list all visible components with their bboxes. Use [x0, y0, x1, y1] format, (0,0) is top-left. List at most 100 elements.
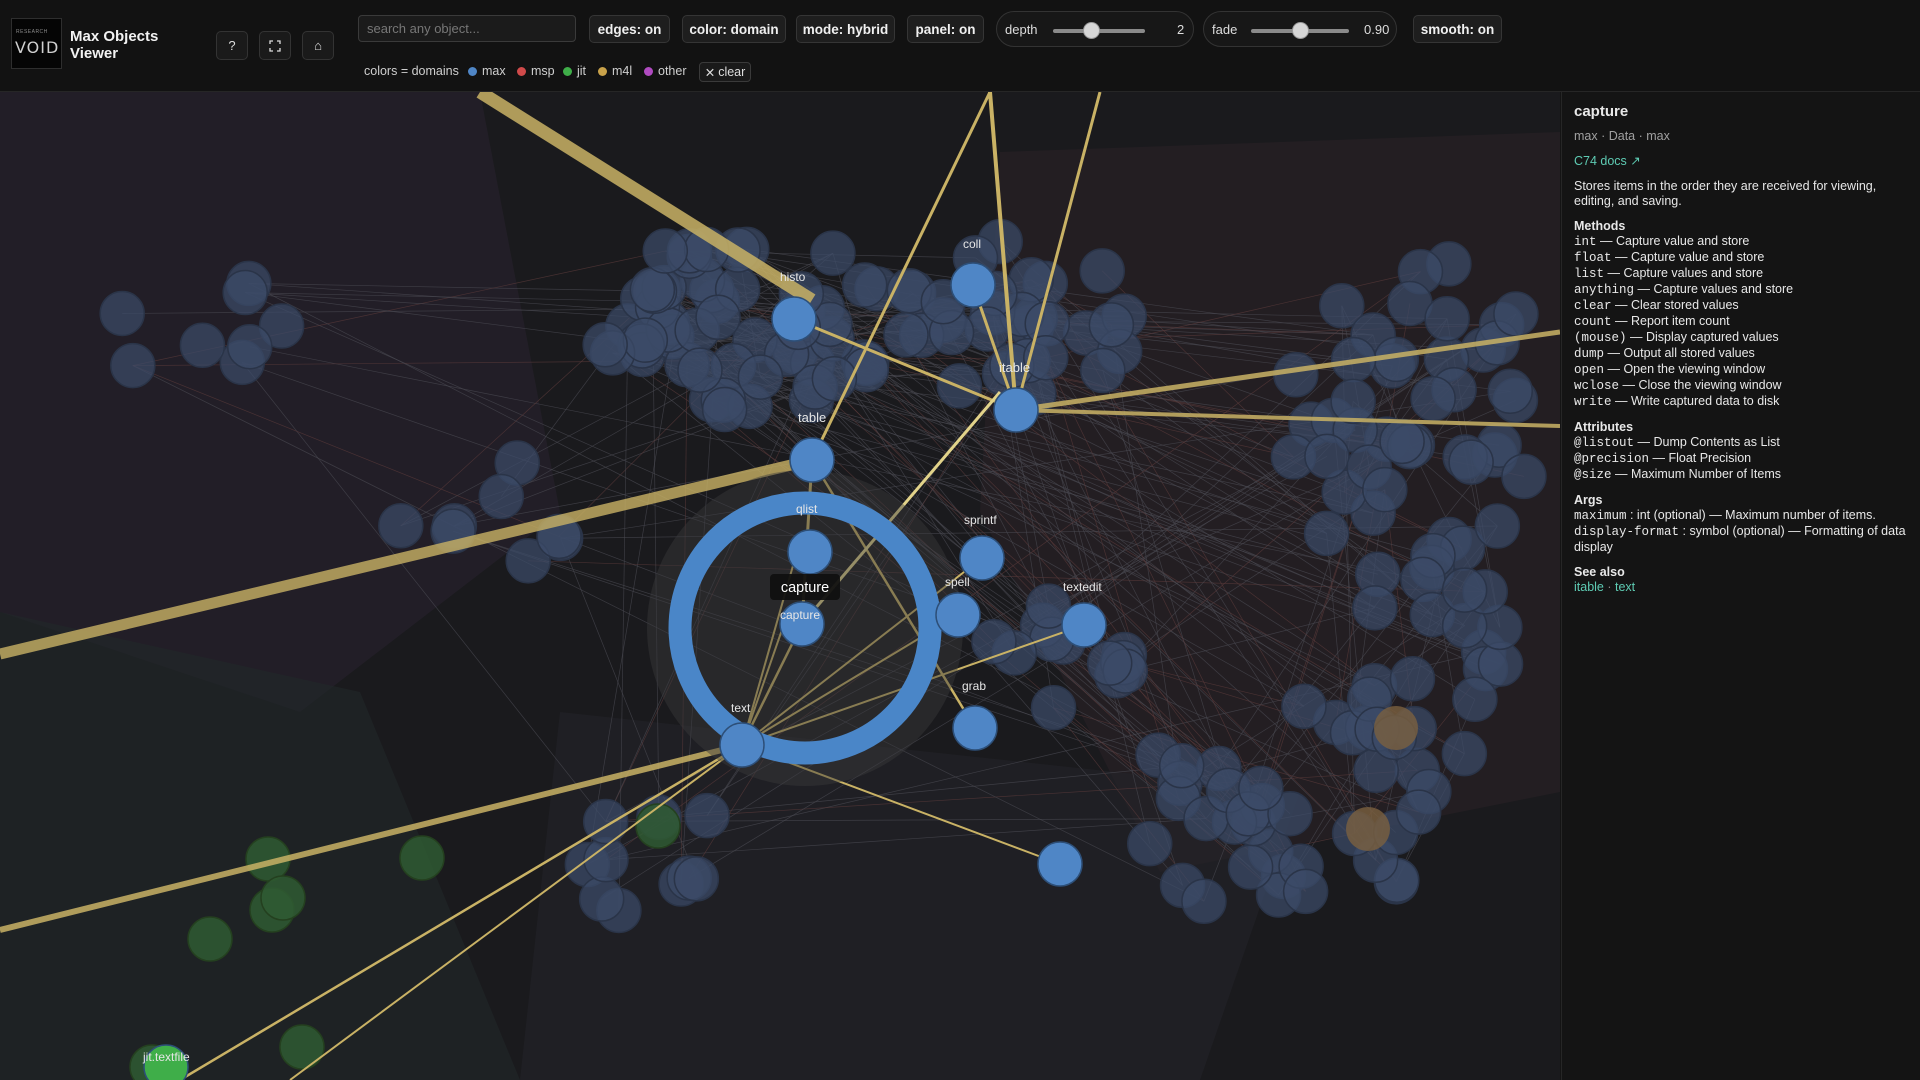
graph-node-jit[interactable] — [279, 1024, 325, 1070]
graph-node[interactable] — [1501, 453, 1547, 500]
graph-node[interactable] — [1352, 585, 1398, 631]
help-button[interactable]: ? — [216, 31, 248, 60]
graph-node-labeled[interactable] — [952, 705, 998, 751]
edges-toggle[interactable]: edges: on — [589, 15, 670, 43]
item-name: write — [1574, 395, 1612, 409]
smooth-toggle[interactable]: smooth: on — [1413, 15, 1502, 43]
graph-node[interactable] — [1304, 433, 1350, 480]
graph-node[interactable] — [695, 294, 741, 341]
graph-node-labeled[interactable] — [787, 529, 833, 575]
graph-node[interactable] — [1303, 510, 1350, 557]
graph-node[interactable] — [1395, 789, 1442, 835]
see-also-link-text[interactable]: text — [1615, 580, 1635, 594]
graph-node[interactable] — [1441, 567, 1488, 613]
graph-node-labeled[interactable] — [719, 722, 765, 768]
legend-item-m4l[interactable]: m4l — [598, 64, 632, 78]
app-title: Max Objects Viewer — [70, 28, 159, 62]
search-input[interactable] — [358, 15, 576, 42]
graph-node[interactable] — [1281, 683, 1327, 730]
graph-node[interactable] — [629, 267, 676, 313]
graph-node[interactable] — [582, 322, 628, 368]
see-also-link-itable[interactable]: itable — [1574, 580, 1604, 594]
graph-node[interactable] — [222, 269, 268, 316]
graph-node[interactable] — [1030, 684, 1077, 731]
graph-node[interactable] — [1474, 503, 1521, 549]
graph-node[interactable] — [1441, 730, 1488, 777]
home-button[interactable]: ⌂ — [302, 31, 334, 60]
graph-node[interactable] — [378, 502, 424, 549]
graph-node[interactable] — [1181, 878, 1227, 924]
graph-canvas[interactable]: histo coll itable table qlist sprintf sp… — [0, 92, 1560, 1080]
graph-node[interactable] — [1410, 375, 1456, 422]
graph-node[interactable] — [810, 230, 856, 276]
graph-node-jit[interactable] — [635, 803, 681, 849]
graph-node[interactable] — [1080, 347, 1126, 394]
graph-node-m4l[interactable] — [1346, 807, 1390, 851]
fullscreen-button[interactable] — [259, 31, 291, 60]
graph-node-jit[interactable] — [260, 875, 306, 921]
graph-node[interactable] — [1158, 743, 1205, 789]
graph-node[interactable] — [1273, 351, 1319, 398]
graph-svg[interactable]: histo coll itable table qlist sprintf sp… — [0, 92, 1560, 1080]
graph-node[interactable] — [1088, 302, 1135, 348]
graph-node-labeled[interactable] — [1061, 602, 1107, 648]
legend-item-jit[interactable]: jit — [563, 64, 586, 78]
graph-node[interactable] — [1493, 291, 1539, 337]
graph-node[interactable] — [226, 323, 273, 370]
graph-node[interactable] — [883, 312, 929, 358]
graph-node[interactable] — [179, 322, 226, 369]
graph-node[interactable] — [684, 792, 730, 839]
graph-node[interactable] — [701, 386, 748, 433]
graph-node[interactable] — [1330, 378, 1376, 425]
graph-node[interactable] — [478, 473, 525, 520]
graph-node[interactable] — [1238, 765, 1284, 812]
graph-node[interactable] — [841, 262, 888, 308]
legend-item-other[interactable]: other — [644, 64, 687, 78]
node-label-grab: grab — [962, 679, 986, 693]
depth-slider-thumb[interactable] — [1083, 22, 1100, 39]
graph-node[interactable] — [578, 876, 625, 922]
graph-node[interactable] — [1227, 844, 1274, 890]
graph-node[interactable] — [622, 317, 669, 363]
graph-node[interactable] — [677, 347, 723, 393]
legend-item-msp[interactable]: msp — [517, 64, 555, 78]
graph-node[interactable] — [1487, 368, 1533, 415]
graph-node[interactable] — [99, 290, 145, 337]
color-toggle[interactable]: color: domain — [682, 15, 786, 43]
node-label-itable: itable — [999, 360, 1030, 375]
graph-node-labeled[interactable] — [1037, 841, 1083, 887]
graph-node[interactable] — [1379, 418, 1425, 465]
graph-node-jit[interactable] — [187, 916, 233, 962]
fade-slider-thumb[interactable] — [1292, 22, 1309, 39]
panel-toggle[interactable]: panel: on — [907, 15, 984, 43]
graph-node[interactable] — [1079, 248, 1125, 294]
clear-button[interactable]: ✕ clear — [699, 62, 751, 82]
graph-node[interactable] — [1424, 296, 1470, 342]
item-name: open — [1574, 363, 1605, 377]
graph-node-labeled[interactable] — [789, 437, 835, 483]
graph-node[interactable] — [1452, 676, 1498, 723]
graph-node[interactable] — [673, 856, 720, 902]
graph-node[interactable] — [1448, 439, 1494, 485]
graph-node-labeled[interactable] — [771, 296, 817, 342]
legend-item-max[interactable]: max — [468, 64, 506, 78]
graph-node-m4l[interactable] — [1374, 706, 1418, 750]
graph-node[interactable] — [1362, 466, 1408, 513]
graph-node-labeled[interactable] — [935, 592, 981, 638]
graph-node[interactable] — [1127, 820, 1173, 867]
docs-link[interactable]: C74 docs ↗ — [1574, 154, 1908, 169]
item-description: — Capture values and store — [1634, 282, 1794, 296]
mode-toggle[interactable]: mode: hybrid — [796, 15, 895, 43]
top-bar: RESEARCH VOID Max Objects Viewer ? ⌂ edg… — [0, 0, 1920, 92]
graph-node[interactable] — [737, 354, 784, 400]
graph-node[interactable] — [1282, 868, 1329, 915]
graph-node-labeled[interactable] — [950, 262, 996, 308]
graph-node-labeled[interactable] — [959, 535, 1005, 581]
graph-node[interactable] — [642, 228, 689, 274]
graph-node[interactable] — [110, 342, 156, 389]
graph-node-jit[interactable] — [399, 835, 445, 881]
graph-node[interactable] — [582, 798, 629, 845]
graph-node[interactable] — [1389, 655, 1436, 702]
graph-node-labeled[interactable] — [993, 387, 1039, 433]
graph-node[interactable] — [1086, 640, 1133, 686]
